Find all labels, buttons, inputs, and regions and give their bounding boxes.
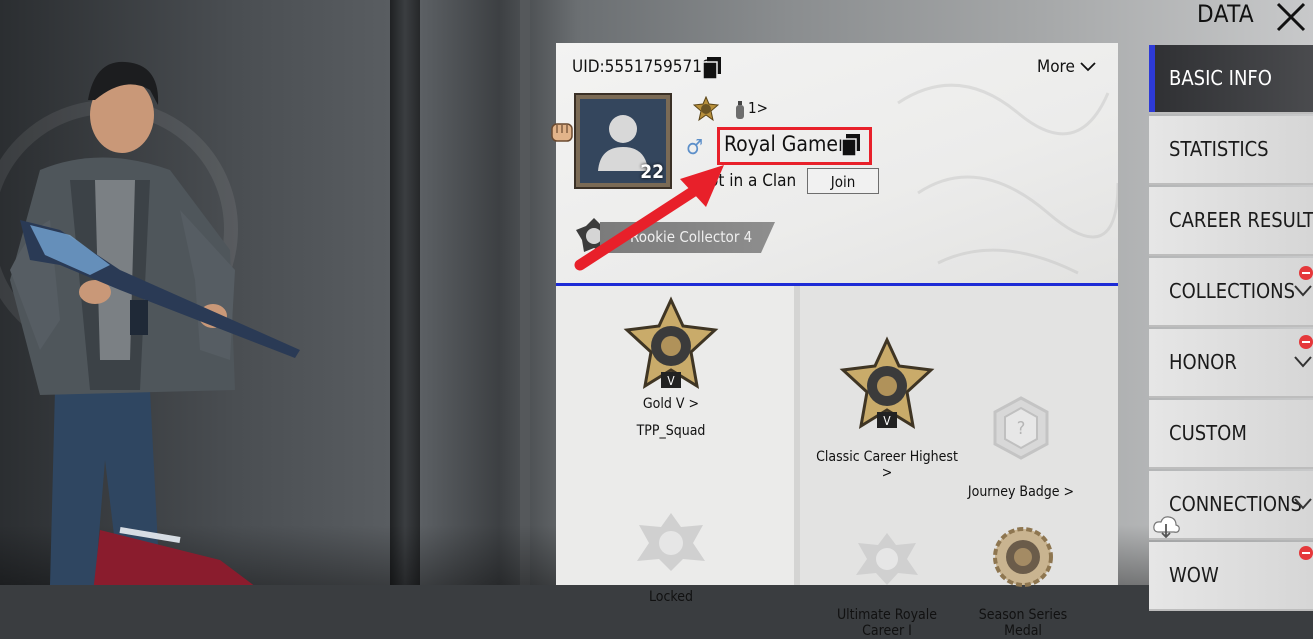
chevron-down-icon [1294,285,1312,297]
badges-panel: V Gold V > TPP_Squad Locked V Classic Ca… [556,286,1118,639]
tier-numeral: V [883,414,891,428]
notification-badge [1299,335,1313,349]
player-title: Rookie Collector 4 [630,228,753,246]
menu-item-basic-info[interactable]: BASIC INFO [1149,45,1313,114]
background-pillar [390,0,420,585]
classic-career-label: Classic Career Highest > [816,449,958,481]
data-side-menu: BASIC INFO STATISTICS CAREER RESULTS COL… [1149,45,1313,611]
uid-label: UID:5551759571​8 [572,57,712,77]
clan-status: ot in a Clan [709,171,797,191]
column-separator [794,286,800,585]
classic-career-badge[interactable]: V Classic Career Highest > [814,336,960,481]
journey-label: Journey Badge > [967,484,1075,500]
copy-uid-icon[interactable] [701,56,723,80]
more-button[interactable]: More [1037,57,1096,77]
fist-icon [551,123,573,142]
notification-badge [1299,546,1313,560]
close-icon[interactable] [1274,0,1308,34]
cloud-download-icon[interactable] [1152,514,1180,540]
background-pillar [520,0,530,585]
ultimate-royale-badge[interactable]: Ultimate Royale Career I [814,531,960,639]
svg-text:?: ? [1017,418,1026,439]
rank-emblem-icon[interactable] [693,96,719,122]
chevron-down-icon [1080,62,1096,72]
badge-count[interactable]: 1> [748,99,768,117]
season-medal-label: Season Series Medal [978,607,1068,639]
copy-name-icon[interactable] [840,133,862,157]
ultimate-royale-icon [856,533,918,585]
journey-badge-icon: ? [993,396,1049,460]
player-character [10,61,300,585]
map-texture [897,83,1118,275]
avatar[interactable]: 22 [574,93,672,189]
profile-card: UID:5551759571​8 More 22 [551,43,1118,639]
journey-badge[interactable]: ? Journey Badge > [966,396,1076,500]
locked-badge-icon [637,513,705,571]
player-name: Royal Gamer [724,132,846,156]
menu-item-collections[interactable]: COLLECTIONS [1149,258,1313,327]
season-medal-icon [993,527,1053,587]
notification-badge [1299,266,1313,280]
menu-item-statistics[interactable]: STATISTICS [1149,116,1313,185]
menu-item-label: COLLECTIONS [1169,279,1296,303]
locked-label: Locked [649,589,693,605]
join-clan-button[interactable]: Join [807,168,879,194]
male-gender-icon: ♂ [686,135,703,159]
locked-badge[interactable]: Locked [610,511,732,605]
menu-item-custom[interactable]: CUSTOM [1149,400,1313,469]
menu-item-label: CONNECTIONS [1169,492,1302,516]
menu-item-career-results[interactable]: CAREER RESULTS [1149,187,1313,256]
chevron-down-icon [1294,498,1312,510]
chevron-down-icon [1294,356,1312,368]
grenade-icon [736,101,744,119]
tier-numeral: V [667,374,675,388]
season-medal-badge[interactable]: Season Series Medal [964,526,1082,639]
menu-item-honor[interactable]: HONOR [1149,329,1313,398]
tier-badge[interactable]: V Gold V > TPP_Squad [610,296,732,439]
menu-item-wow[interactable]: WOW [1149,542,1313,611]
more-label: More [1037,57,1075,77]
tier-label: Gold V > [642,396,700,412]
player-level: 22 [640,161,664,183]
tier-mode: TPP_Squad [636,423,706,439]
gold-tier-icon: V [623,296,719,390]
ultimate-royale-label: Ultimate Royale Career I [836,607,938,639]
menu-item-label: HONOR [1169,350,1237,374]
classic-career-icon: V [839,336,935,430]
page-title: DATA [1197,0,1255,28]
profile-header: UID:5551759571​8 More 22 [551,43,1118,283]
